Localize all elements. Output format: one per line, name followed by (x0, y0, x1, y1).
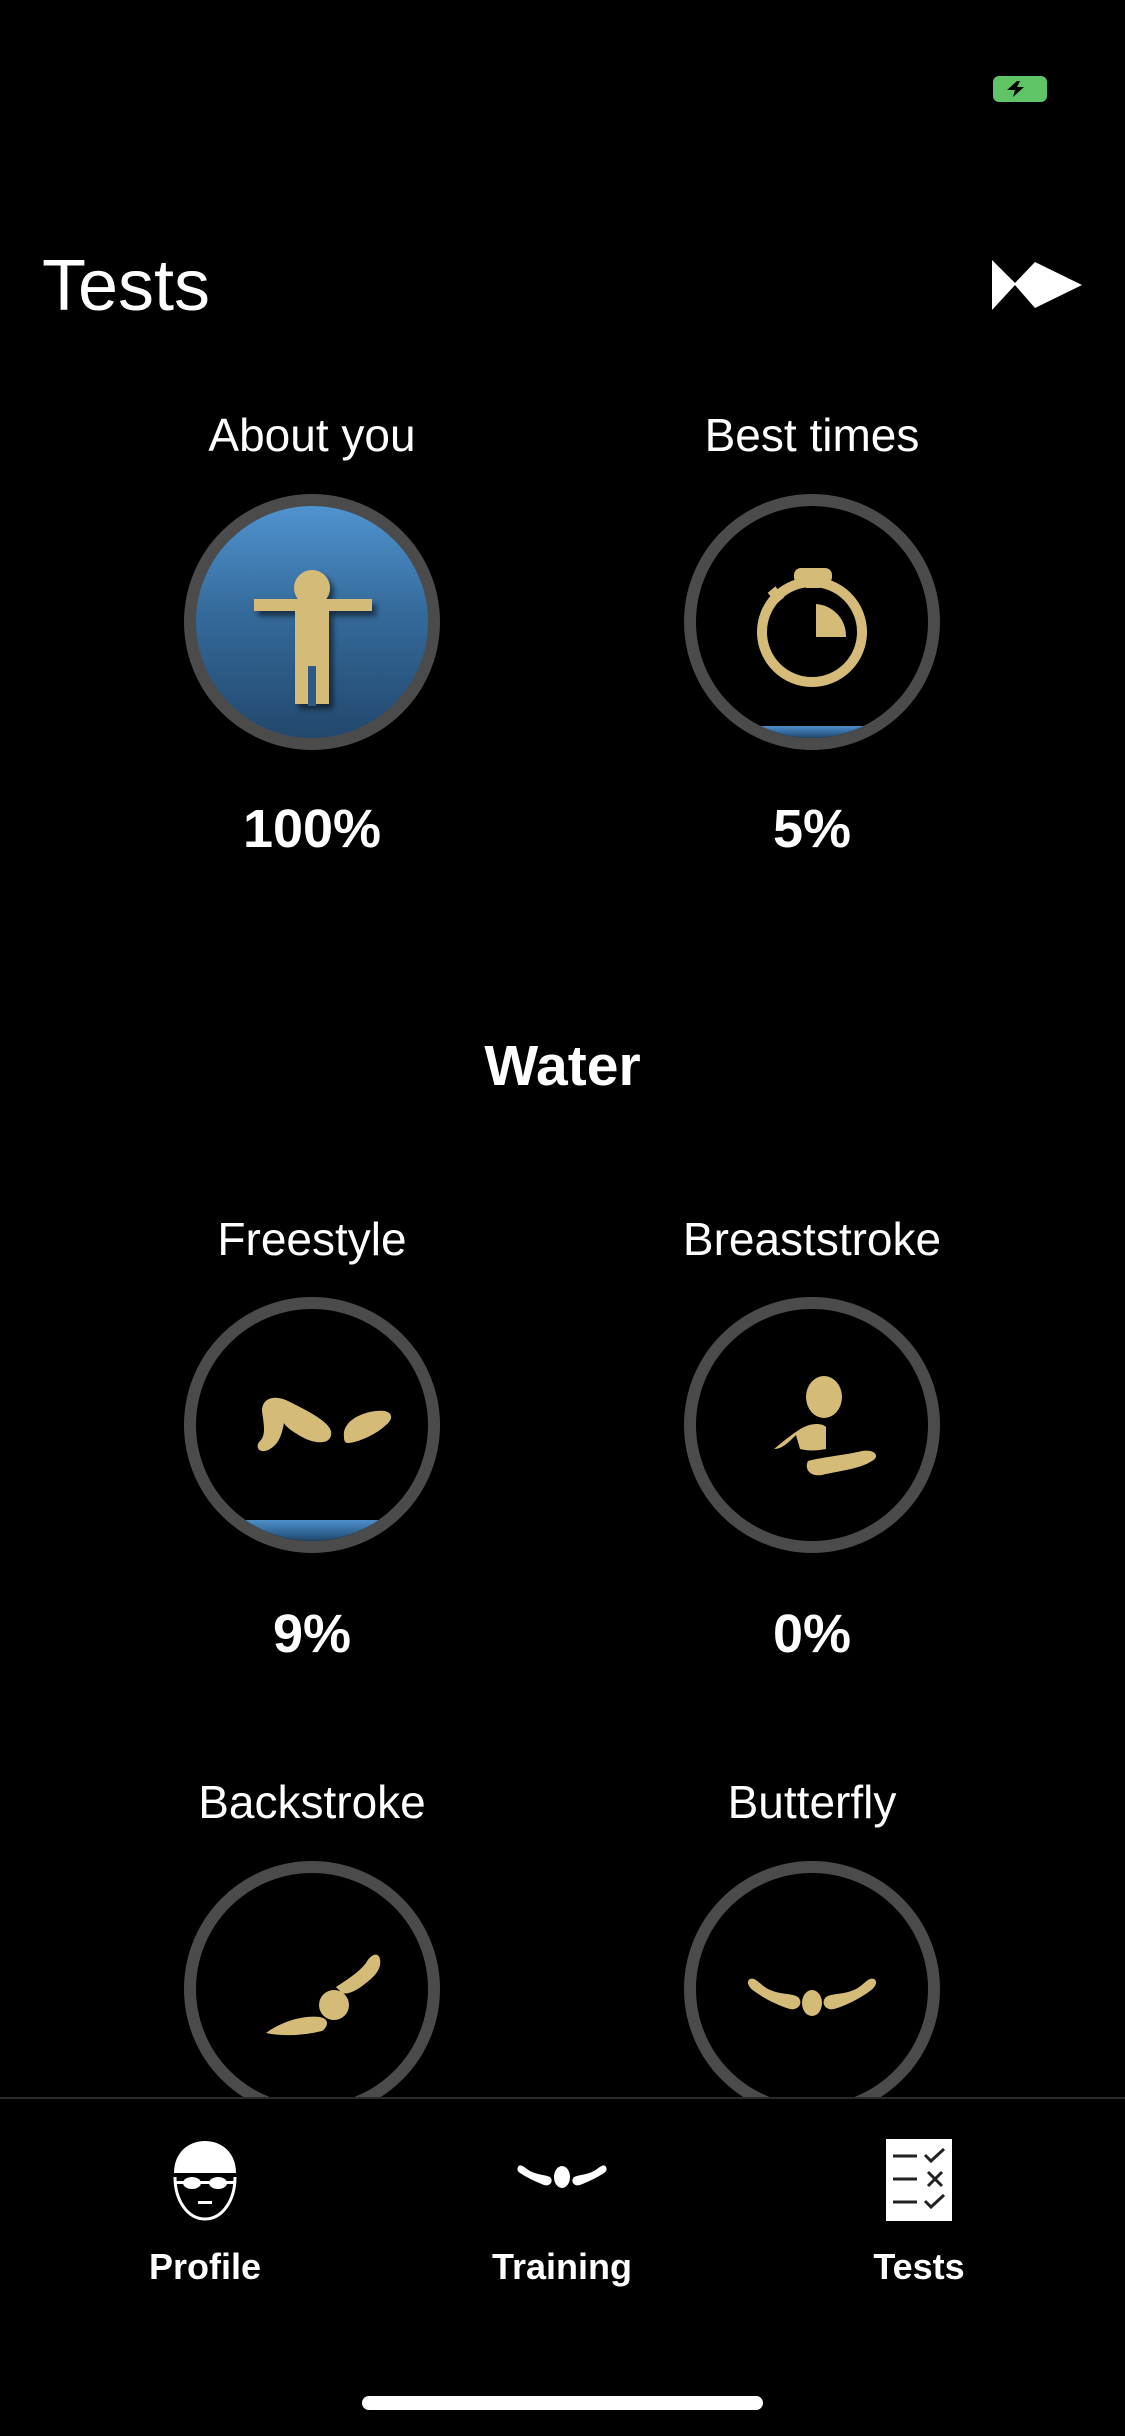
tab-training[interactable]: Training (412, 2099, 712, 2339)
tile-label: Breaststroke (682, 1213, 942, 1265)
tab-label: Tests (873, 2246, 965, 2287)
test-tile-butterfly[interactable]: Butterfly (602, 1779, 1022, 1825)
tile-label: Best times (704, 409, 920, 461)
freestyle-percent: 9% (272, 1604, 352, 1664)
tile-label: Backstroke (198, 1776, 426, 1828)
freestyle-progress-ring[interactable] (184, 1297, 440, 1553)
tests-scroll-area[interactable]: About you 100% Best times 5% Water Frees… (0, 0, 1125, 2097)
butterfly-progress-ring[interactable] (684, 1861, 940, 2097)
tab-bar: Profile Training Tests (0, 2097, 1125, 2436)
tab-label: Profile (148, 2246, 262, 2287)
backstroke-progress-ring[interactable] (184, 1861, 440, 2097)
section-title-water: Water (484, 1034, 641, 1098)
swimmer-cap-goggles-icon (173, 2141, 237, 2221)
breaststroke-progress-ring[interactable] (684, 1297, 940, 1553)
tile-label: About you (208, 409, 416, 461)
checklist-icon (886, 2139, 952, 2221)
test-tile-freestyle[interactable]: Freestyle (102, 1216, 522, 1262)
tile-label: Butterfly (727, 1776, 897, 1828)
best-times-percent: 5% (772, 799, 852, 859)
test-tile-breaststroke[interactable]: Breaststroke (602, 1216, 1022, 1262)
breaststroke-swimmer-icon (774, 1376, 877, 1476)
home-indicator[interactable] (362, 2396, 763, 2410)
butterfly-swimmer-icon (747, 1978, 877, 2016)
best-times-progress-ring[interactable] (684, 494, 940, 750)
test-tile-backstroke[interactable]: Backstroke (102, 1779, 522, 1825)
freestyle-swimmer-icon (257, 1397, 392, 1452)
test-tile-about-you[interactable]: About you (102, 412, 522, 458)
about-you-progress-ring[interactable] (184, 494, 440, 750)
stopwatch-icon (757, 568, 867, 687)
tab-tests[interactable]: Tests (769, 2099, 1069, 2339)
tab-label: Training (491, 2246, 632, 2287)
butterfly-swimmer-icon (517, 2165, 607, 2188)
about-you-percent: 100% (242, 799, 382, 859)
tab-profile[interactable]: Profile (55, 2099, 355, 2339)
person-icon (254, 570, 372, 706)
test-tile-best-times[interactable]: Best times (602, 412, 1022, 458)
breaststroke-percent: 0% (772, 1604, 852, 1664)
tile-label: Freestyle (217, 1213, 407, 1265)
backstroke-swimmer-icon (266, 1954, 381, 2036)
